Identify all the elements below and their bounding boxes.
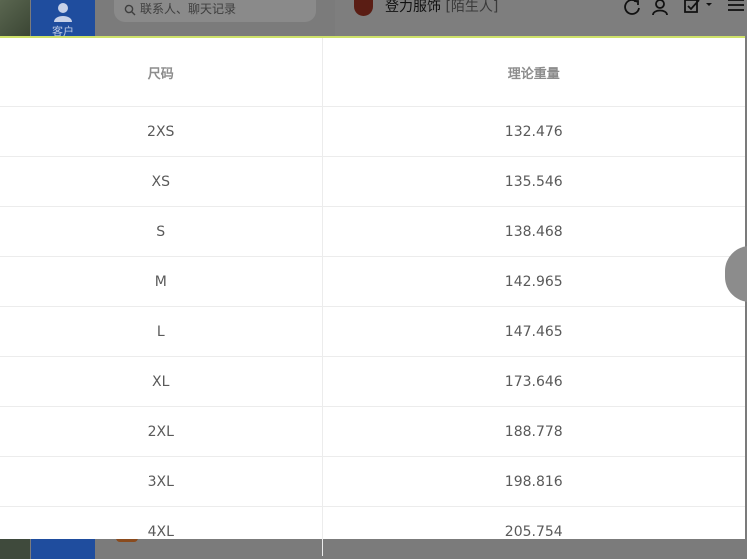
cell-weight: 138.468 [322, 206, 745, 257]
cell-weight: 147.465 [322, 306, 745, 357]
cell-size: M [0, 256, 323, 307]
table-row: 2XL 188.778 [0, 406, 745, 457]
cell-size: L [0, 306, 323, 357]
add-user-icon[interactable] [652, 0, 672, 16]
menu-icon[interactable] [726, 0, 746, 16]
table-row: L 147.465 [0, 306, 745, 357]
cell-weight: 198.816 [322, 456, 745, 507]
table-row: 4XL 205.754 [0, 506, 745, 556]
table-header-row: 尺码 理论重量 [0, 38, 745, 107]
cell-size: 4XL [0, 506, 323, 556]
chevron-down-icon[interactable] [704, 0, 714, 16]
size-weight-table: 尺码 理论重量 2XS 132.476 XS 135.546 S 138.468 [0, 38, 745, 556]
user-icon [54, 3, 72, 22]
chat-tag: [陌生人] [445, 0, 499, 15]
size-weight-table-panel: 尺码 理论重量 2XS 132.476 XS 135.546 S 138.468 [0, 36, 745, 556]
refresh-icon[interactable] [622, 0, 642, 16]
cell-weight: 132.476 [322, 106, 745, 157]
cell-weight: 173.646 [322, 356, 745, 407]
table-row: S 138.468 [0, 206, 745, 257]
cell-weight: 205.754 [504, 523, 563, 540]
cell-size: 2XS [0, 106, 323, 157]
column-header-size: 尺码 [0, 38, 323, 107]
cell-weight: 135.546 [322, 156, 745, 207]
table-row: XL 173.646 [0, 356, 745, 407]
search-placeholder: 联系人、聊天记录 [140, 2, 237, 16]
cell-size: 2XL [0, 406, 323, 457]
app-window: 客户 联系人、聊天记录 登力服饰 [陌生人] 尺码 理论重量 2XS 132.4… [0, 0, 747, 559]
cell-size: 3XL [0, 456, 323, 507]
search-input[interactable]: 联系人、聊天记录 [114, 0, 316, 22]
cell-weight: 188.778 [322, 406, 745, 457]
search-icon [124, 4, 136, 16]
shop-thumbnail [0, 0, 30, 36]
table-row: XS 135.546 [0, 156, 745, 207]
cell-size: XS [0, 156, 323, 207]
cell-weight: 142.965 [322, 256, 745, 307]
chat-name: 登力服饰 [385, 0, 441, 15]
cell-size: S [0, 206, 323, 257]
chat-title: 登力服饰 [陌生人] [385, 0, 498, 14]
table-row: M 142.965 [0, 256, 745, 307]
column-header-theoretical-weight: 理论重量 [322, 38, 745, 107]
nav-tab-contacts[interactable]: 客户 [31, 0, 95, 38]
table-row: 3XL 198.816 [0, 456, 745, 507]
cell-size: XL [0, 356, 323, 407]
task-check-icon[interactable] [683, 0, 703, 16]
table-row: 2XS 132.476 [0, 106, 745, 157]
